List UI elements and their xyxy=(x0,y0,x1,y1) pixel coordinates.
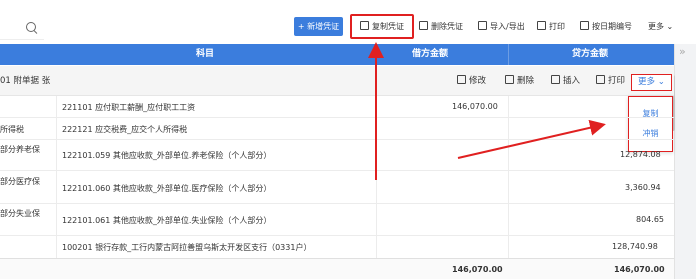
copy-voucher-label: 复制凭证 xyxy=(372,22,404,31)
credit-column-header: 贷方金额 xyxy=(572,49,609,59)
new-voucher-button[interactable]: + 新增凭证 xyxy=(294,17,343,36)
dropdown-item-reverse[interactable]: 冲销 xyxy=(629,128,672,139)
voucher-header-row: 01 附单据 张 修改 删除 插入 打印 xyxy=(0,66,674,96)
table-row-subject[interactable]: 100201 银行存款_工行内蒙古阿拉善盟乌斯太开发区支行（0331户） xyxy=(62,242,311,253)
calendar-icon xyxy=(580,21,589,30)
more-actions-label: 更多 xyxy=(638,77,656,87)
total-debit: 146,070.00 xyxy=(452,265,503,274)
sort-by-date-label: 按日期编号 xyxy=(592,22,632,31)
search-input[interactable] xyxy=(0,18,44,40)
table-row-subject[interactable]: 122101.061 其他应收款_外部单位.失业保险（个人部分） xyxy=(62,215,271,226)
row-divider xyxy=(0,170,674,171)
column-divider xyxy=(376,44,377,65)
search-icon[interactable] xyxy=(26,22,36,32)
more-actions-button[interactable]: 更多 ⌄ xyxy=(631,74,672,91)
side-panel-collapse[interactable]: » xyxy=(674,44,696,279)
modify-label: 修改 xyxy=(469,76,487,86)
more-toolbar-button[interactable]: 更多 ⌄ xyxy=(648,17,673,36)
column-divider xyxy=(376,96,377,279)
delete-label: 删除 xyxy=(517,76,535,86)
import-export-button[interactable]: 导入/导出 xyxy=(478,17,525,36)
insert-button[interactable]: 插入 xyxy=(551,66,580,96)
copy-icon xyxy=(360,21,369,30)
table-row-credit[interactable]: 12,874.08 xyxy=(620,150,661,159)
edit-icon xyxy=(457,75,466,84)
more-actions-dropdown: 复制 冲销 xyxy=(628,96,673,152)
table-row-credit[interactable]: 128,740.98 xyxy=(612,242,658,251)
table-row-summary[interactable]: 部分养老保 xyxy=(0,144,40,155)
totals-row: 146,070.00 146,070.00 xyxy=(0,258,674,279)
column-divider xyxy=(508,96,509,279)
table-row-subject[interactable]: 222121 应交税费_应交个人所得税 xyxy=(62,124,187,135)
table-row-subject[interactable]: 122101.059 其他应收款_外部单位.养老保险（个人部分） xyxy=(62,150,271,161)
print-voucher-button[interactable]: 打印 xyxy=(596,66,625,96)
print-button[interactable]: 打印 xyxy=(537,17,565,36)
column-divider xyxy=(508,44,509,65)
chevron-down-icon: ⌄ xyxy=(666,22,674,31)
printer-icon xyxy=(596,75,605,84)
delete-voucher-button[interactable]: 删除凭证 xyxy=(419,17,463,36)
printer-icon xyxy=(537,21,546,30)
sort-by-date-button[interactable]: 按日期编号 xyxy=(580,17,632,36)
print-voucher-label: 打印 xyxy=(608,76,626,86)
double-chevron-right-icon[interactable]: » xyxy=(679,45,686,58)
copy-voucher-button[interactable]: 复制凭证 xyxy=(350,14,414,39)
insert-icon xyxy=(551,75,560,84)
trash-icon xyxy=(419,21,428,30)
table-row-credit[interactable]: 804.65 xyxy=(636,215,664,224)
row-divider xyxy=(0,117,674,118)
row-divider xyxy=(0,203,674,204)
row-divider xyxy=(0,235,674,236)
table-row-summary[interactable]: 部分医疗保 xyxy=(0,176,40,187)
table-row-credit[interactable]: 3,360.94 xyxy=(625,183,661,192)
print-label: 打印 xyxy=(549,22,565,31)
table-row-summary[interactable]: 所得税 xyxy=(0,124,24,135)
total-credit: 146,070.00 xyxy=(614,265,665,274)
subject-column-header: 科目 xyxy=(196,49,215,59)
trash-icon xyxy=(505,75,514,84)
import-icon xyxy=(478,21,487,30)
toolbar: + 新增凭证 复制凭证 删除凭证 导入/导出 打印 按日期编号 更多 ⌄ xyxy=(0,0,680,42)
insert-label: 插入 xyxy=(563,76,581,86)
arrow-to-dropdown xyxy=(457,119,606,159)
debit-column-header: 借方金额 xyxy=(412,49,449,59)
table-row-subject[interactable]: 122101.060 其他应收款_外部单位.医疗保险（个人部分） xyxy=(62,183,271,194)
more-toolbar-label: 更多 xyxy=(648,22,664,31)
voucher-attachment-label: 01 附单据 张 xyxy=(0,76,51,86)
chevron-down-icon: ⌄ xyxy=(657,77,665,87)
delete-voucher-label: 删除凭证 xyxy=(431,22,463,31)
row-divider xyxy=(0,139,674,140)
modify-button[interactable]: 修改 xyxy=(457,66,486,96)
column-divider xyxy=(56,96,57,258)
table-row-subject[interactable]: 221101 应付职工薪酬_应付职工工资 xyxy=(62,102,195,113)
delete-button[interactable]: 删除 xyxy=(505,66,534,96)
import-export-label: 导入/导出 xyxy=(490,22,525,31)
grid-header: 科目 借方金额 贷方金额 xyxy=(0,44,674,65)
table-row-debit[interactable]: 146,070.00 xyxy=(452,102,498,111)
table-row-summary[interactable]: 部分失业保 xyxy=(0,208,40,219)
